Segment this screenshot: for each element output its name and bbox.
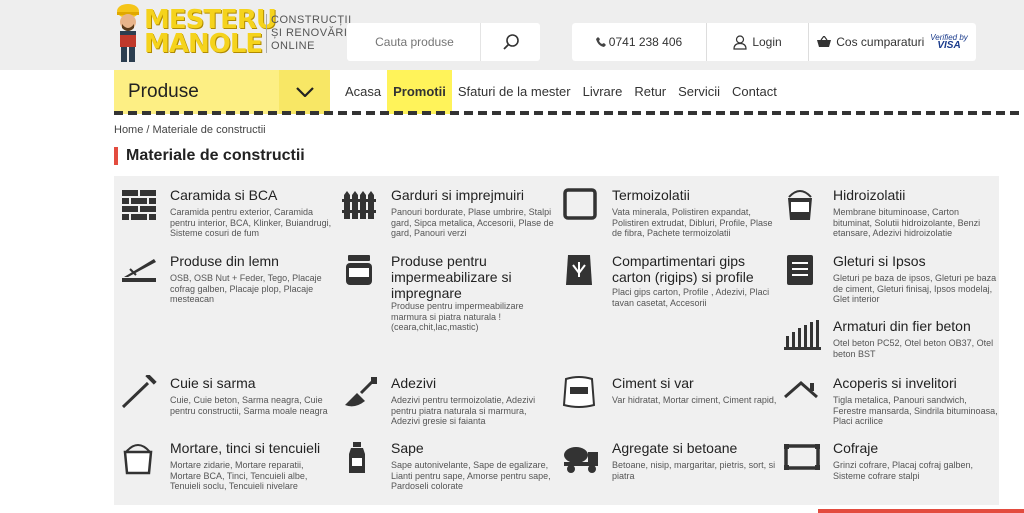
category-desc: Grinzi cofrare, Placaj cofraj galben, Si… (833, 460, 974, 481)
category-desc: Membrane bituminoase, Carton bituminat, … (833, 207, 981, 238)
visa-text: VISA (937, 40, 961, 51)
brick-wall-icon (122, 190, 156, 220)
bottle-icon (349, 442, 365, 473)
search-button[interactable] (480, 23, 540, 61)
cement-bag-icon (562, 376, 596, 408)
products-dropdown-label: Produse (114, 70, 279, 114)
category-name[interactable]: Mortare, tinci si tencuieli (170, 440, 335, 456)
category-desc: Mortare zidarie, Mortare reparatii, Mort… (170, 460, 308, 491)
category-name[interactable]: Ciment si var (612, 375, 777, 391)
categories-panel: Caramida si BCA Caramida pentru exterior… (114, 176, 999, 505)
category-desc: Gleturi pe baza de ipsos, Gleturi pe baz… (833, 273, 997, 304)
login-label: Login (752, 35, 782, 49)
footer-accent-line (818, 509, 1024, 513)
rebar-icon (784, 320, 821, 350)
category-desc: Cuie, Cuie beton, Sarma neagra, Cuie pen… (170, 395, 328, 416)
wood-plank-icon (122, 259, 156, 282)
logo-tagline-1: CONSTRUCȚII (271, 14, 352, 26)
logo-tagline-3: ONLINE (271, 40, 315, 52)
main-menu: Acasa Promotii Sfaturi de la mester Livr… (345, 70, 789, 114)
menu-livrare[interactable]: Livrare (583, 70, 629, 114)
category-desc: Tigla metalica, Panouri sandwich, Ferest… (833, 395, 998, 426)
menu-retur[interactable]: Retur (634, 70, 672, 114)
category-name[interactable]: Cuie si sarma (170, 375, 335, 391)
category-name[interactable]: Termoizolatii (612, 187, 777, 203)
login-link[interactable]: Login (707, 23, 808, 61)
search-input[interactable] (347, 23, 482, 61)
logo-wordmark: MESTERU MANOLE (144, 7, 277, 59)
search-icon (502, 34, 519, 50)
dashed-divider (114, 111, 1024, 115)
logo-tagline-2: ȘI RENOVĂRI (271, 27, 348, 39)
logo-tagline: CONSTRUCȚII ȘI RENOVĂRI ONLINE (266, 14, 352, 53)
category-name[interactable]: Adezivi (391, 375, 556, 391)
category-desc: OSB, OSB Nut + Feder, Tego, Placaje cofr… (170, 273, 322, 304)
category-name[interactable]: Agregate si betoane (612, 440, 777, 456)
category-desc: Betoane, nisip, margaritar, pietris, sor… (612, 460, 776, 481)
menu-promotii[interactable]: Promotii (387, 70, 452, 114)
category-desc: Otel beton PC52, Otel beton OB37, Otel b… (833, 338, 994, 359)
category-desc: Produse pentru impermeabilizare marmura … (391, 301, 524, 332)
category-desc: Vata minerala, Polistiren expandat, Poli… (612, 207, 773, 238)
mixer-truck-icon (564, 447, 598, 473)
nail-icon (121, 375, 157, 409)
menu-acasa[interactable]: Acasa (345, 70, 387, 114)
category-name[interactable]: Compartimentari gips carton (rigips) si … (612, 253, 777, 285)
category-name[interactable]: Produse pentru impermeabilizare si impre… (391, 253, 556, 301)
formwork-icon (784, 444, 820, 470)
builder-mascot-icon (117, 4, 139, 62)
products-dropdown[interactable]: Produse (114, 70, 330, 114)
category-desc: Adezivi pentru termoizolatie, Adezivi pe… (391, 395, 536, 426)
chevron-down-icon (295, 87, 314, 97)
menu-sfaturi[interactable]: Sfaturi de la mester (458, 70, 577, 114)
bucket-icon (788, 190, 812, 220)
logo-line2: MANOLE (144, 29, 263, 59)
fence-icon (342, 191, 376, 219)
category-name[interactable]: Acoperis si invelitori (833, 375, 998, 391)
category-desc: Placi gips carton, Profile , Adezivi, Pl… (612, 287, 770, 308)
category-desc: Sape autonivelante, Sape de egalizare, L… (391, 460, 551, 491)
category-desc: Panouri bordurate, Plase umbrire, Stalpi… (391, 207, 554, 238)
category-name[interactable]: Cofraje (833, 440, 998, 456)
cart-link[interactable]: Cos cumparaturi Verified by VISA (809, 23, 976, 61)
search-box (347, 23, 540, 61)
phone-icon (595, 37, 606, 47)
category-name[interactable]: Produse din lemn (170, 253, 335, 269)
jar-icon (346, 255, 372, 285)
menu-servicii[interactable]: Servicii (678, 70, 726, 114)
category-name[interactable]: Caramida si BCA (170, 187, 335, 203)
page-title: Materiale de constructii (114, 147, 305, 165)
category-name[interactable]: Armaturi din fier beton (833, 318, 998, 334)
category-name[interactable]: Hidroizolatii (833, 187, 998, 203)
roof-icon (784, 381, 818, 399)
basket-icon (817, 36, 832, 47)
glet-bag-icon (787, 255, 813, 285)
square-frame-icon (563, 188, 597, 220)
phone-number: 0741 238 406 (608, 35, 683, 49)
phone-link[interactable]: 0741 238 406 (572, 23, 706, 61)
category-name[interactable]: Sape (391, 440, 556, 456)
verified-by-visa-badge: Verified by VISA (930, 34, 968, 51)
header-actions: 0741 238 406 Login Cos cumparaturi Verif… (572, 23, 976, 61)
products-dropdown-toggle[interactable] (279, 70, 330, 114)
user-icon (733, 34, 747, 50)
site-logo[interactable]: MESTERU MANOLE CONSTRUCȚII ȘI RENOVĂRI O… (114, 2, 351, 66)
trowel-icon (345, 377, 377, 407)
menu-contact[interactable]: Contact (732, 70, 783, 114)
breadcrumb[interactable]: Home / Materiale de constructii (114, 124, 266, 136)
sack-icon (566, 255, 592, 285)
category-name[interactable]: Garduri si imprejmuiri (391, 187, 556, 203)
category-name[interactable]: Gleturi si Ipsos (833, 253, 998, 269)
category-desc: Var hidratat, Mortar ciment, Ciment rapi… (612, 395, 777, 405)
paint-bucket-icon (123, 444, 153, 475)
cart-label: Cos cumparaturi (836, 35, 925, 49)
category-desc: Caramida pentru exterior, Caramida pentr… (170, 207, 332, 238)
